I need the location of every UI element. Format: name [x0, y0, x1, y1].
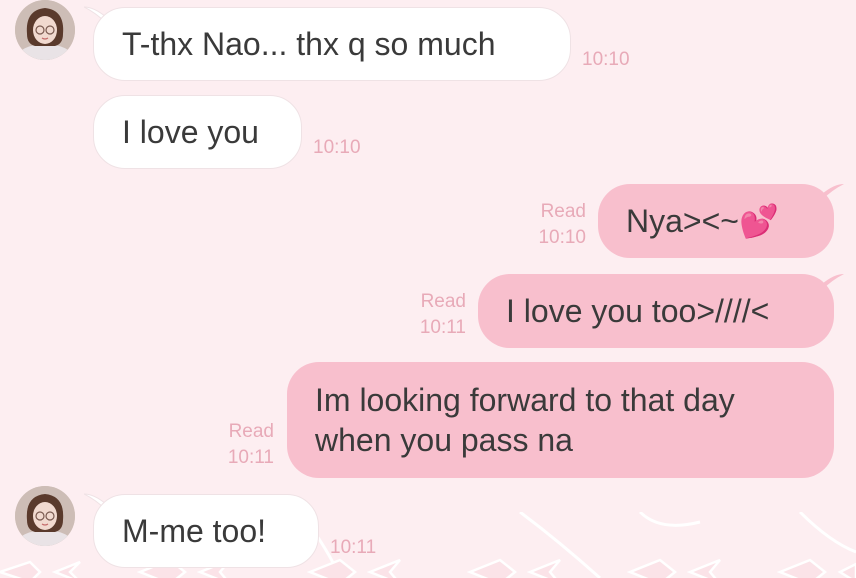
message-text-line-1: Im looking forward to that day — [315, 382, 735, 418]
incoming-message-bubble[interactable]: M-me too! — [93, 494, 319, 568]
message-text-line-2: when you pass na — [315, 422, 573, 458]
message-timestamp: 10:11 — [330, 537, 377, 558]
outgoing-message-bubble[interactable]: Nya><~💕 — [598, 184, 834, 258]
outgoing-bubble-tail — [822, 274, 844, 290]
incoming-message-bubble[interactable]: I love you — [93, 95, 302, 169]
avatar-photo-icon — [15, 486, 75, 546]
read-status: Read — [228, 421, 274, 442]
contact-avatar[interactable] — [15, 486, 75, 546]
message-text: T-thx Nao... thx q so much — [122, 26, 496, 62]
chat-screen: { "messages": [ {"text": "T-thx Nao... t… — [0, 0, 856, 578]
contact-avatar[interactable] — [15, 0, 75, 60]
outgoing-bubble-tail — [822, 184, 844, 200]
read-status: Read — [420, 291, 466, 312]
message-timestamp: 10:10 — [538, 227, 586, 248]
message-text: Nya><~💕 — [626, 203, 779, 239]
read-status: Read — [540, 201, 586, 222]
message-text: M-me too! — [122, 513, 267, 549]
message-text: I love you — [122, 114, 259, 150]
incoming-message-bubble[interactable]: T-thx Nao... thx q so much — [93, 7, 571, 81]
message-timestamp: 10:10 — [582, 49, 630, 70]
message-timestamp: 10:10 — [313, 137, 361, 158]
message-text: I love you too>////< — [506, 293, 770, 329]
outgoing-message-bubble[interactable]: Im looking forward to that day when you … — [287, 362, 834, 478]
message-timestamp: 10:11 — [227, 447, 274, 468]
message-timestamp: 10:11 — [419, 317, 466, 338]
avatar-photo-icon — [15, 0, 75, 60]
outgoing-message-bubble[interactable]: I love you too>////< — [478, 274, 834, 348]
